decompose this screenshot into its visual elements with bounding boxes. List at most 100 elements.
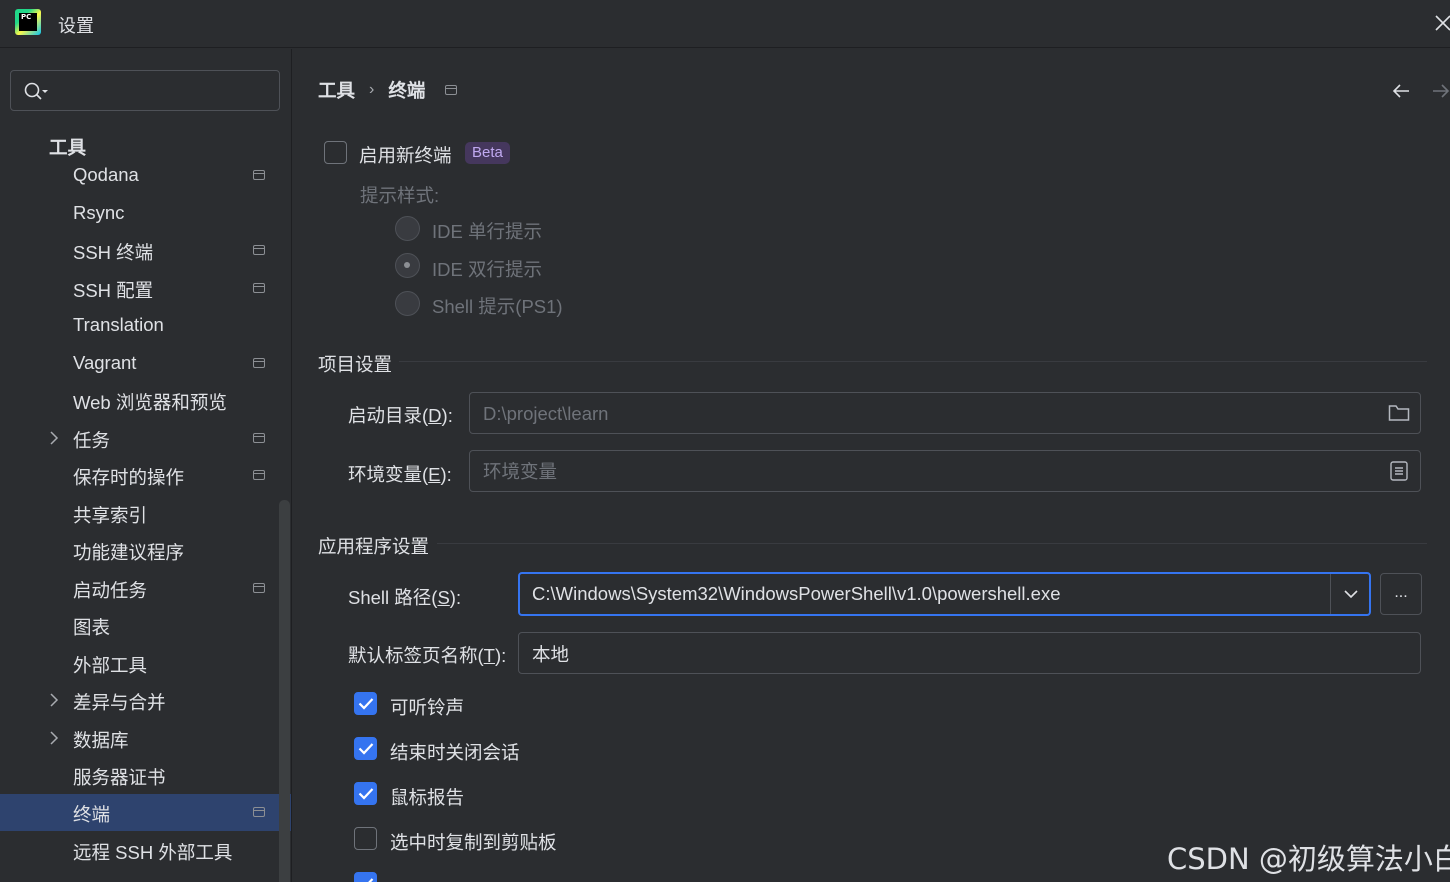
tree-item-database[interactable]: 数据库 — [0, 720, 291, 757]
chevron-right-icon[interactable] — [49, 693, 59, 707]
tree-item-label: Web 浏览器和预览 — [73, 392, 227, 413]
breadcrumb-separator: › — [369, 81, 375, 98]
tree-item-label: 任务 — [73, 430, 111, 451]
tree-item-ssh-config[interactable]: SSH 配置 — [0, 270, 291, 307]
env-vars-field[interactable] — [469, 450, 1421, 492]
enable-new-terminal-label[interactable]: 启用新终端 — [359, 142, 452, 168]
csdn-watermark: CSDN @初级算法小白 — [1167, 842, 1450, 876]
search-box[interactable] — [10, 70, 280, 111]
env-vars-input[interactable] — [483, 458, 1363, 486]
tree-item-actions-on-save[interactable]: 保存时的操作 — [0, 457, 291, 494]
edit-list-icon[interactable] — [1390, 461, 1408, 481]
audible-bell-label[interactable]: 可听铃声 — [390, 694, 464, 720]
prompt-style-label: 提示样式: — [360, 185, 440, 206]
tree-item-qodana[interactable]: Qodana — [0, 157, 291, 194]
env-vars-label: 环境变量(E): — [348, 464, 452, 485]
tree-item-label: SSH 终端 — [73, 242, 154, 263]
tree-item-label: 启动任务 — [73, 580, 148, 601]
tree-item-label: Qodana — [73, 164, 139, 185]
browse-shell-button[interactable]: ... — [1380, 573, 1422, 615]
project-level-icon — [253, 433, 265, 443]
radio-shell-ps1[interactable] — [395, 291, 420, 316]
close-icon — [1435, 15, 1450, 31]
tree-item-rsync[interactable]: Rsync — [0, 195, 291, 232]
tree-item-label: Vagrant — [73, 352, 137, 373]
checkmark-icon — [358, 788, 374, 800]
radio-ide-double-line[interactable] — [395, 253, 420, 278]
tree-item-label: 图表 — [73, 617, 111, 638]
start-dir-input[interactable] — [483, 400, 1363, 428]
settings-content: 工具 › 终端 启用新终端 Beta 提示样式: IDE 单行提示 IDE 双行… — [293, 49, 1450, 882]
tree-item-label: 功能建议程序 — [73, 542, 185, 563]
radio-label: IDE 双行提示 — [432, 259, 542, 280]
tree-item-shared-indexes[interactable]: 共享索引 — [0, 495, 291, 532]
close-button[interactable] — [1434, 10, 1450, 36]
tree-item-terminal[interactable]: 终端 — [0, 794, 291, 831]
folder-icon[interactable] — [1388, 403, 1410, 423]
close-session-label[interactable]: 结束时关闭会话 — [390, 739, 520, 765]
logo-text: PC — [19, 13, 37, 31]
search-icon — [24, 82, 48, 100]
radio-label: IDE 单行提示 — [432, 221, 542, 242]
mouse-reporting-label[interactable]: 鼠标报告 — [390, 784, 464, 810]
audible-bell-checkbox[interactable] — [354, 692, 377, 715]
checkmark-icon — [358, 698, 374, 710]
tree-item-server-certificates[interactable]: 服务器证书 — [0, 757, 291, 794]
project-level-icon — [253, 807, 265, 817]
combo-divider — [1330, 574, 1331, 614]
tree-item-translation[interactable]: Translation — [0, 307, 291, 344]
copy-on-select-checkbox[interactable] — [354, 827, 377, 850]
beta-badge: Beta — [465, 142, 510, 164]
project-settings-title: 项目设置 — [318, 354, 393, 375]
project-level-icon — [253, 283, 265, 293]
project-level-icon — [445, 85, 458, 95]
tree-item-label: 共享索引 — [73, 505, 148, 526]
tree-item-startup-tasks[interactable]: 启动任务 — [0, 570, 291, 607]
tree-item-feature-suggester[interactable]: 功能建议程序 — [0, 532, 291, 569]
enable-new-terminal-checkbox[interactable] — [324, 141, 347, 164]
shell-path-combobox[interactable] — [518, 572, 1371, 616]
group-divider — [437, 543, 1427, 544]
tree-item-label: Rsync — [73, 202, 125, 223]
window-title: 设置 — [58, 16, 94, 36]
default-tab-name-input[interactable] — [532, 640, 1392, 668]
mouse-reporting-checkbox[interactable] — [354, 782, 377, 805]
checkmark-icon — [368, 878, 374, 882]
tree-item-diagrams[interactable]: 图表 — [0, 607, 291, 644]
tree-item-web-browsers[interactable]: Web 浏览器和预览 — [0, 382, 291, 419]
tree-item-label: 差异与合并 — [73, 692, 166, 713]
group-divider — [399, 361, 1427, 362]
copy-on-select-label[interactable]: 选中时复制到剪贴板 — [390, 829, 557, 855]
tree-item-label: 服务器证书 — [73, 767, 166, 788]
start-dir-field[interactable] — [469, 392, 1421, 434]
tree-item-ssh-terminal[interactable]: SSH 终端 — [0, 232, 291, 269]
radio-ide-single-line[interactable] — [395, 216, 420, 241]
tree-item-remote-ssh-tools[interactable]: 远程 SSH 外部工具 — [0, 832, 291, 869]
back-arrow-icon[interactable] — [1391, 81, 1411, 101]
chevron-right-icon[interactable] — [49, 731, 59, 745]
start-dir-label: 启动目录(D): — [348, 405, 453, 426]
tree-item-label: 保存时的操作 — [73, 467, 185, 488]
checkmark-icon — [358, 743, 374, 755]
forward-arrow-icon[interactable] — [1431, 81, 1450, 101]
breadcrumb-parent[interactable]: 工具 — [318, 77, 355, 103]
shell-path-label: Shell 路径(S): — [348, 587, 462, 608]
tree-item-external-tools[interactable]: 外部工具 — [0, 645, 291, 682]
default-tab-name-field[interactable] — [518, 632, 1421, 674]
tree-item-vagrant[interactable]: Vagrant — [0, 345, 291, 382]
tree-item-diff-merge[interactable]: 差异与合并 — [0, 682, 291, 719]
pycharm-logo-icon: PC — [15, 9, 41, 35]
chevron-right-icon[interactable] — [49, 431, 59, 445]
app-settings-title: 应用程序设置 — [318, 536, 430, 557]
project-level-icon — [253, 470, 265, 480]
tree-item-tasks[interactable]: 任务 — [0, 420, 291, 457]
sidebar-scrollbar[interactable] — [279, 500, 290, 882]
tree-item-label: 远程 SSH 外部工具 — [73, 842, 233, 863]
shell-path-input[interactable] — [532, 580, 1322, 608]
close-session-on-exit-checkbox[interactable] — [354, 737, 377, 760]
search-input[interactable] — [57, 77, 272, 105]
tree-item-label: 数据库 — [73, 730, 129, 751]
chevron-down-icon[interactable] — [1344, 589, 1358, 599]
partial-next-checkbox[interactable] — [354, 872, 377, 882]
settings-sidebar: 工具 Qodana Rsync SSH 终端 SSH 配置 Translatio… — [0, 49, 292, 882]
